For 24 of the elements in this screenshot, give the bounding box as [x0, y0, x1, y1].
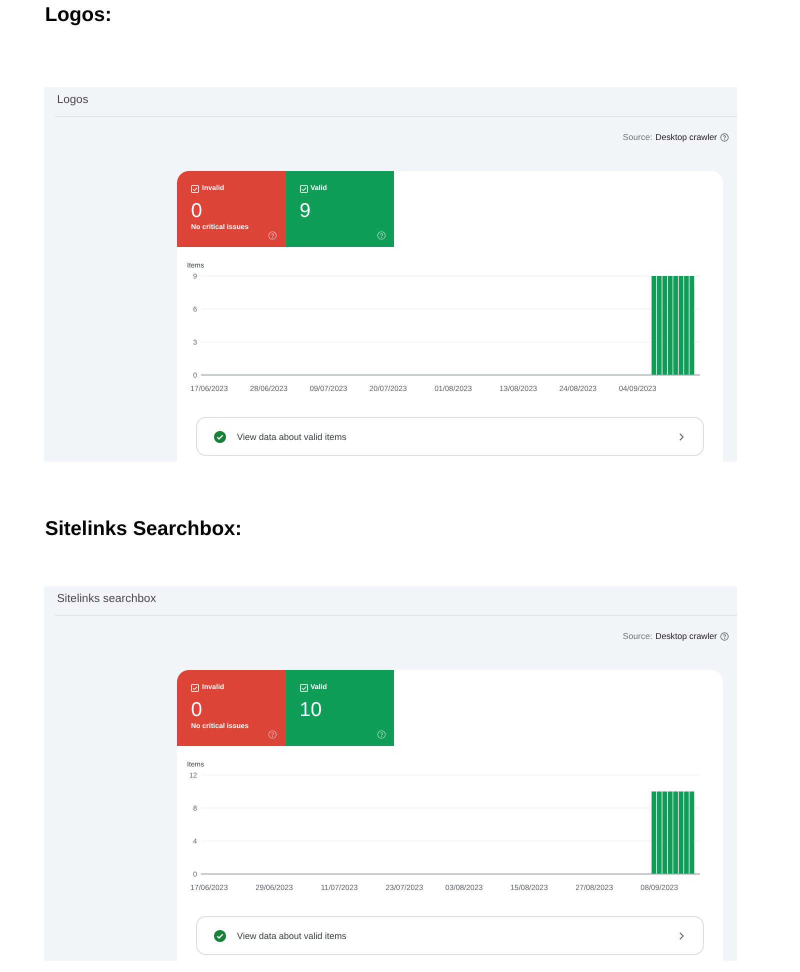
checkbox-icon[interactable] — [191, 684, 199, 692]
tile-count: 0 — [191, 200, 202, 222]
chevron-right-icon — [679, 432, 684, 440]
help-icon[interactable] — [720, 132, 729, 142]
tile-count: 10 — [300, 699, 322, 721]
source-label: Source: — [622, 631, 652, 641]
panel-title: Logos — [57, 93, 88, 108]
checkbox-icon[interactable] — [191, 185, 199, 193]
view-data-button[interactable]: View data about valid items — [196, 417, 704, 456]
section-heading: Logos: — [45, 3, 112, 27]
check-circle-icon — [214, 930, 226, 942]
section-heading: Sitelinks Searchbox: — [45, 517, 242, 541]
source-value: Desktop crawler — [655, 132, 717, 142]
source-value: Desktop crawler — [655, 631, 717, 641]
source-label: Source: — [622, 132, 652, 142]
tile-count: 0 — [191, 699, 202, 721]
chevron-right-icon — [679, 932, 684, 940]
view-data-button[interactable]: View data about valid items — [196, 916, 704, 955]
check-circle-icon — [214, 430, 226, 442]
checkbox-icon[interactable] — [300, 684, 308, 692]
panel-title: Sitelinks searchbox — [57, 592, 156, 607]
checkbox-icon[interactable] — [300, 185, 308, 193]
help-icon[interactable] — [720, 632, 729, 640]
tile-count: 9 — [300, 200, 311, 222]
